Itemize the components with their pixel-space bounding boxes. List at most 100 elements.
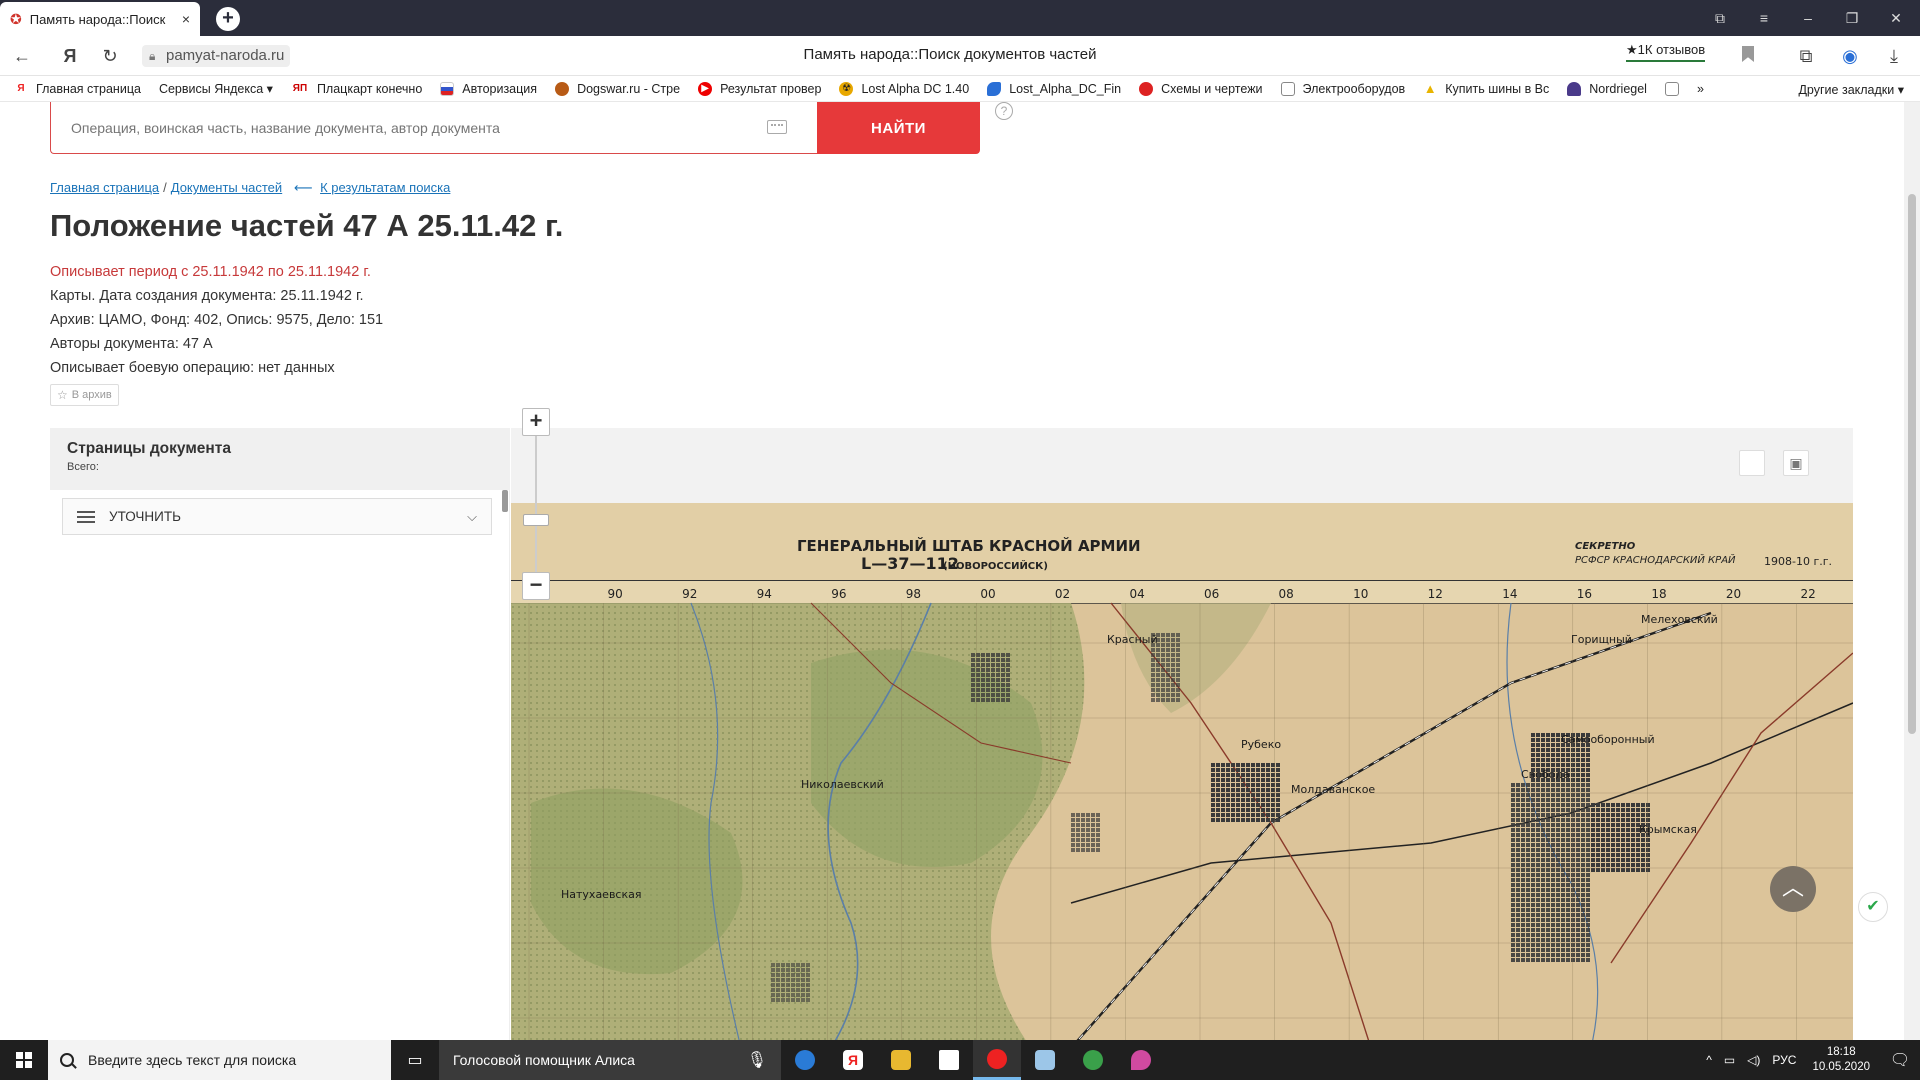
map-place-label: Молдаванское <box>1291 783 1375 796</box>
map-sheet-name: (НОВОРОССИЙСК) <box>943 559 1048 572</box>
bookmark-item[interactable]: Схемы и чертежи <box>1139 81 1263 96</box>
search-input[interactable] <box>50 102 817 154</box>
map-place-label: Мелеховский <box>1641 613 1718 626</box>
microphone-icon: 🎙︎ <box>746 1052 767 1069</box>
map-place-label: Свобода <box>1521 768 1570 781</box>
map-grid-label: 08 <box>1279 587 1294 601</box>
bookmark-item[interactable] <box>1664 81 1687 96</box>
warning-icon: ▲ <box>1423 81 1437 96</box>
protect-shield-icon[interactable]: ✔ <box>1858 892 1888 922</box>
reviews-badge[interactable]: ★1К отзывов <box>1626 42 1706 62</box>
collections-icon[interactable]: ⧉ <box>1794 44 1818 68</box>
bookmark-item[interactable]: ▶ Результат провер <box>698 81 821 96</box>
file-explorer-icon[interactable] <box>877 1040 925 1080</box>
bookmark-item[interactable]: ☢ Lost Alpha DC 1.40 <box>839 81 969 96</box>
minimize-button[interactable]: – <box>1786 0 1830 36</box>
menu-icon[interactable]: ≡ <box>1742 0 1786 36</box>
back-to-results-link[interactable]: К результатам поиска <box>320 180 450 195</box>
yandex-browser-icon[interactable] <box>973 1040 1021 1080</box>
web-page: НАЙТИ ? Главная страница/Документы часте… <box>0 102 1904 1040</box>
tab-close-icon[interactable]: × <box>182 11 190 27</box>
map-grid-label: 14 <box>1502 587 1517 601</box>
help-icon[interactable]: ? <box>995 102 1013 120</box>
save-icon[interactable]: ▣ <box>1783 450 1809 476</box>
green-app-icon[interactable] <box>1069 1040 1117 1080</box>
dogswar-icon <box>555 81 570 96</box>
keyboard-icon[interactable] <box>767 120 787 134</box>
volume-icon[interactable]: ◁) <box>1747 1053 1760 1067</box>
pages-panel-title: Страницы документа <box>67 440 231 457</box>
star-outline-icon: ☆ <box>57 388 68 402</box>
zoom-in-button[interactable]: + <box>522 408 550 436</box>
map-grid-label: 92 <box>682 587 697 601</box>
map-place-label: Натухаевская <box>561 888 641 901</box>
notifications-icon[interactable]: 🗨︎ <box>1880 1040 1920 1080</box>
zoom-handle[interactable] <box>523 514 549 526</box>
more-bookmarks-icon[interactable]: » <box>1697 82 1704 96</box>
bookmark-item[interactable]: ЯП Плацкарт конечно <box>290 81 422 96</box>
back-arrow-icon: ⟵ <box>293 180 313 195</box>
edge-app-icon[interactable] <box>781 1040 829 1080</box>
yandex-app-icon[interactable]: Я <box>829 1040 877 1080</box>
clock[interactable]: 18:18 10.05.2020 <box>1812 1045 1870 1075</box>
zoom-slider[interactable] <box>523 436 549 572</box>
map-grid-label: 18 <box>1651 587 1666 601</box>
start-button[interactable] <box>0 1040 48 1080</box>
network-icon[interactable]: ▭ <box>1724 1053 1735 1067</box>
map-grid-label: 20 <box>1726 587 1741 601</box>
bookmark-item[interactable]: Авторизация <box>440 81 537 96</box>
cloud-icon <box>987 81 1002 96</box>
bookmark-item[interactable]: Я Главная страница <box>14 81 141 96</box>
clock-date: 10.05.2020 <box>1812 1061 1870 1073</box>
tray-expand-icon[interactable]: ^ <box>1706 1053 1712 1067</box>
bookmark-item[interactable]: Электрооборудов <box>1280 81 1405 96</box>
bookmark-item[interactable]: Сервисы Яндекса ▾ <box>159 81 273 96</box>
map-grid-label: 98 <box>906 587 921 601</box>
windows-taskbar: Введите здесь текст для поиска ▭ Голосов… <box>0 1040 1920 1080</box>
document-pages-panel: Страницы документа Всего: УТОЧНИТЬ ⌵ <box>50 428 510 1040</box>
bookmark-item[interactable]: Dogswar.ru - Стре <box>555 81 680 96</box>
tabs-overview-icon[interactable]: ⧉ <box>1698 0 1742 36</box>
scroll-to-top-button[interactable]: ︿ <box>1770 866 1816 912</box>
language-indicator[interactable]: РУС <box>1772 1053 1796 1067</box>
chevron-down-icon: ⌵ <box>467 508 477 524</box>
bookmark-item[interactable]: ▲ Купить шины в Вс <box>1423 81 1550 96</box>
search-button[interactable]: НАЙТИ <box>817 102 980 154</box>
new-tab-button[interactable]: + <box>216 7 240 31</box>
user-icon <box>1567 81 1582 96</box>
store-icon[interactable] <box>925 1040 973 1080</box>
document-operation: Описывает боевую операцию: нет данных <box>50 360 335 376</box>
map-grid-label: 12 <box>1428 587 1443 601</box>
zoom-out-button[interactable]: − <box>522 572 550 600</box>
extension-icon[interactable]: ◉ <box>1838 44 1862 68</box>
add-to-archive-button[interactable]: ☆ В архив <box>50 384 119 406</box>
close-window-button[interactable]: ✕ <box>1874 0 1918 36</box>
system-tray: ^ ▭ ◁) РУС 18:18 10.05.2020 🗨︎ <box>1700 1040 1920 1080</box>
notes-app-icon[interactable] <box>1021 1040 1069 1080</box>
refine-dropdown[interactable]: УТОЧНИТЬ ⌵ <box>62 498 492 535</box>
taskbar-search[interactable]: Введите здесь текст для поиска <box>48 1040 391 1080</box>
restore-button[interactable]: ❐ <box>1830 0 1874 36</box>
breadcrumb-docs-link[interactable]: Документы частей <box>171 180 282 195</box>
download-icon[interactable]: ⤓ <box>1882 44 1906 68</box>
map-image[interactable]: ГЕНЕРАЛЬНЫЙ ШТАБ КРАСНОЙ АРМИИ L—37—112 … <box>511 503 1853 1040</box>
bookmark-item[interactable]: Nordriegel <box>1567 81 1647 96</box>
map-grid-label: 02 <box>1055 587 1070 601</box>
map-header-text: ГЕНЕРАЛЬНЫЙ ШТАБ КРАСНОЙ АРМИИ <box>797 536 1141 555</box>
fullscreen-icon[interactable] <box>1739 450 1765 476</box>
map-region-label: РСФСР КРАСНОДАРСКИЙ КРАЙ <box>1575 553 1736 566</box>
address-bar: ← Я ↻ 🔒︎ pamyat-naroda.ru Память народа:… <box>0 36 1920 76</box>
other-bookmarks[interactable]: Другие закладки ▾ <box>1798 82 1904 97</box>
alice-assistant[interactable]: Голосовой помощник Алиса 🎙︎ <box>439 1040 781 1080</box>
map-grid-label: 04 <box>1129 587 1144 601</box>
map-place-label: Крымская <box>1639 823 1697 836</box>
breadcrumb-home-link[interactable]: Главная страница <box>50 180 159 195</box>
doc-icon <box>1664 81 1679 96</box>
active-tab[interactable]: ✪ Память народа::Поиск × <box>0 2 200 36</box>
task-view-icon[interactable]: ▭ <box>391 1040 439 1080</box>
paint-app-icon[interactable] <box>1117 1040 1165 1080</box>
bookmark-item[interactable]: Lost_Alpha_DC_Fin <box>987 81 1121 96</box>
pages-list-scrollbar[interactable] <box>502 490 508 512</box>
page-scrollbar-thumb[interactable] <box>1908 194 1916 734</box>
page-scrollbar[interactable] <box>1904 102 1920 1040</box>
